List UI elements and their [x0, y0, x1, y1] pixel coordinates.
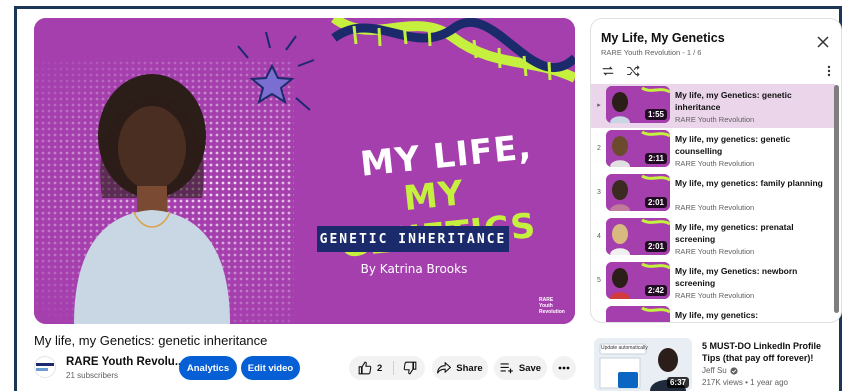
- edit-video-button[interactable]: Edit video: [241, 356, 300, 380]
- thumbnail-author: By Katrina Brooks: [360, 262, 468, 276]
- playlist-title[interactable]: My Life, My Genetics: [601, 31, 725, 45]
- playlist-item-thumbnail: 2:01: [606, 218, 670, 255]
- playlist-item-title: My life, my genetics: prenatal screening: [675, 222, 794, 244]
- save-button[interactable]: Save: [494, 356, 547, 380]
- like-count: 2: [377, 362, 383, 374]
- more-horizontal-icon: [558, 366, 570, 370]
- thumbs-down-icon: [403, 361, 417, 375]
- recommended-title[interactable]: 5 MUST-DO LinkedIn Profile Tips (that pa…: [702, 340, 838, 364]
- analytics-button[interactable]: Analytics: [179, 356, 237, 380]
- thumbnail-banner: GENETIC INHERITANCE: [317, 226, 509, 252]
- playlist-item-title: My life, my Genetics: newborn screening: [675, 266, 798, 288]
- close-icon: [817, 36, 829, 48]
- channel-name[interactable]: RARE Youth Revolu...: [66, 356, 184, 368]
- playlist-item-channel: RARE Youth Revolution: [675, 203, 755, 212]
- save-label: Save: [518, 362, 542, 374]
- recommended-thumbnail-caption: Update automatically: [601, 345, 648, 351]
- channel-avatar[interactable]: [34, 356, 56, 378]
- share-arrow-icon: [437, 362, 452, 374]
- playlist-item[interactable]: 2 2:11 My life, my genetics: genetic cou…: [591, 128, 835, 172]
- verified-check-icon: [730, 366, 738, 375]
- like-dislike-group: 2: [349, 356, 425, 380]
- playlist-item-channel: RARE Youth Revolution: [675, 159, 755, 168]
- playlist-item-title: My life, my genetics:: [675, 310, 759, 320]
- dislike-button[interactable]: [394, 356, 425, 380]
- recommended-thumbnail[interactable]: Update automatically 6:37: [594, 338, 692, 391]
- share-label: Share: [456, 362, 483, 374]
- more-vertical-icon: [827, 65, 831, 77]
- video-title: My life, my Genetics: genetic inheritanc…: [34, 333, 268, 348]
- subscriber-count: 21 subscribers: [66, 371, 119, 380]
- playlist-item-duration: 1:55: [644, 109, 667, 120]
- playlist-item-title: My life, my Genetics: genetic inheritanc…: [675, 90, 792, 112]
- playlist-item-thumbnail: 2:01: [606, 174, 670, 211]
- playlist-item-duration: 2:01: [644, 241, 667, 252]
- playlist-item[interactable]: 3 2:01 My life, my genetics: family plan…: [591, 172, 835, 216]
- playlist-item-duration: 2:11: [645, 153, 667, 164]
- more-actions-button[interactable]: [552, 356, 576, 380]
- playlist-item-channel: RARE Youth Revolution: [675, 115, 755, 124]
- playlist-item[interactable]: My life, my genetics:: [591, 304, 835, 322]
- playlist-item-title: My life, my genetics: family planning: [675, 178, 823, 188]
- playlist-item-channel: RARE Youth Revolution: [675, 291, 755, 300]
- playlist-item-thumbnail: 2:11: [606, 130, 670, 167]
- playlist-item[interactable]: ▸ 1:55 My life, my Genetics: genetic inh…: [591, 84, 835, 128]
- playlist-panel: My Life, My Genetics RARE Youth Revoluti…: [590, 18, 842, 323]
- playlist-scrollbar[interactable]: [834, 85, 839, 313]
- playlist-item-duration: 2:01: [644, 197, 667, 208]
- playlist-item-index: 3: [597, 189, 601, 196]
- loop-button[interactable]: [601, 64, 615, 82]
- recommended-channel[interactable]: Jeff Su: [702, 366, 738, 375]
- playlist-items: ▸ 1:55 My life, my Genetics: genetic inh…: [591, 84, 835, 322]
- thumbs-up-icon: [358, 361, 372, 375]
- playlist-menu-button[interactable]: [827, 64, 831, 82]
- share-button[interactable]: Share: [432, 356, 488, 380]
- playlist-close-button[interactable]: [817, 35, 829, 53]
- playlist-add-icon: [500, 362, 514, 374]
- playlist-item[interactable]: 5 2:42 My life, my Genetics: newborn scr…: [591, 260, 835, 304]
- playlist-item-thumbnail: 1:55: [606, 86, 670, 123]
- playlist-item-thumbnail: [606, 306, 670, 322]
- playlist-subtitle: RARE Youth Revolution - 1 / 6: [601, 48, 702, 57]
- playlist-item-index: 2: [597, 145, 601, 152]
- recommended-channel-name: Jeff Su: [702, 366, 727, 375]
- channel-logo-icon: [36, 363, 54, 371]
- playlist-item-thumbnail: 2:42: [606, 262, 670, 299]
- playlist-item-index: 5: [597, 277, 601, 284]
- playlist-item-index: 4: [597, 233, 601, 240]
- playlist-item[interactable]: 4 2:01 My life, my genetics: prenatal sc…: [591, 216, 835, 260]
- loop-icon: [602, 66, 614, 76]
- recommended-meta: 217K views • 1 year ago: [702, 378, 788, 387]
- shuffle-button[interactable]: [626, 64, 640, 82]
- playlist-item-channel: RARE Youth Revolution: [675, 247, 755, 256]
- recommended-duration: 6:37: [666, 377, 689, 388]
- shuffle-icon: [627, 65, 640, 77]
- playlist-item-title: My life, my genetics: genetic counsellin…: [675, 134, 791, 156]
- thumbnail-logo: RARE Youth Revolution: [539, 297, 565, 315]
- like-button[interactable]: 2: [349, 356, 393, 380]
- video-player[interactable]: MY LIFE, MY GENETICS GENETIC INHERITANCE…: [34, 18, 575, 324]
- playlist-item-duration: 2:42: [644, 285, 667, 296]
- playlist-item-index: ▸: [597, 102, 601, 109]
